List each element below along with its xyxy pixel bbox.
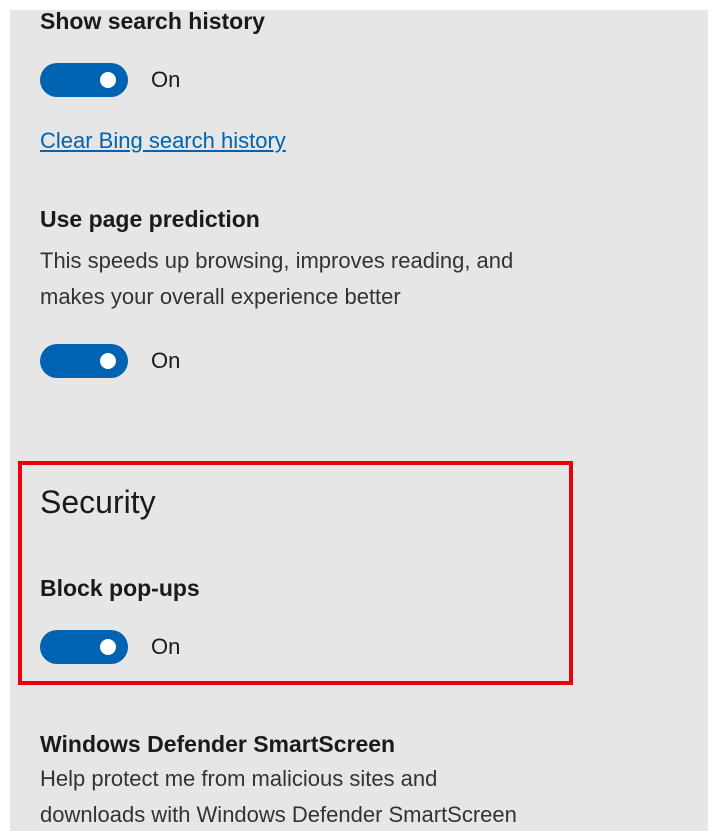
toggle-knob [100,639,116,655]
show-search-history-heading: Show search history [40,8,265,34]
smartscreen-description-line2: downloads with Windows Defender SmartScr… [40,802,517,827]
use-page-prediction-toggle[interactable] [40,344,128,378]
block-popups-state: On [151,634,181,659]
page-prediction-description-line1: This speeds up browsing, improves readin… [40,248,514,273]
show-search-history-state: On [151,67,181,92]
smartscreen-heading: Windows Defender SmartScreen [40,731,396,757]
use-page-prediction-heading: Use page prediction [40,206,260,232]
page-prediction-description-line2: makes your overall experience better [40,284,401,309]
block-popups-setting: On [40,629,180,665]
block-popups-heading: Block pop-ups [40,575,200,601]
clear-bing-search-history-link[interactable]: Clear Bing search history [40,128,286,154]
use-page-prediction-state: On [151,348,181,373]
toggle-knob [100,353,116,369]
security-section-title: Security [40,484,156,520]
block-popups-toggle[interactable] [40,630,128,664]
smartscreen-description-line1: Help protect me from malicious sites and [40,766,438,791]
use-page-prediction-setting: On [40,343,180,379]
show-search-history-toggle[interactable] [40,63,128,97]
show-search-history-setting: On [40,62,180,98]
toggle-knob [100,72,116,88]
